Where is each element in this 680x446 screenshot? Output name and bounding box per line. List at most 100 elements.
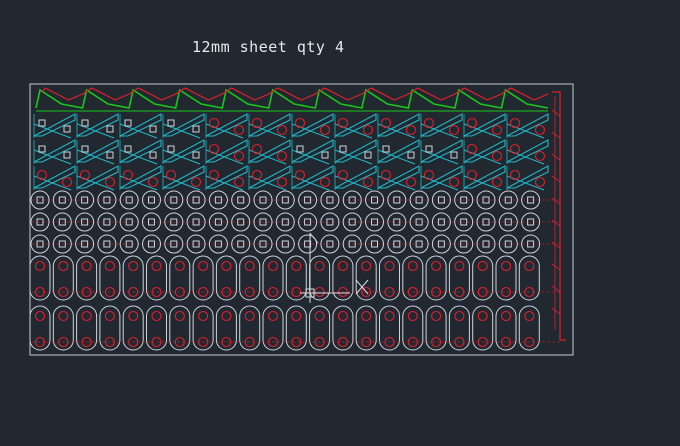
wedge-part <box>463 113 506 137</box>
circle-hole <box>276 150 288 162</box>
circle-hole <box>251 169 263 181</box>
circle-hole <box>337 169 349 181</box>
circle-hole <box>509 169 521 181</box>
link-part <box>355 255 377 301</box>
link-hole <box>81 260 92 272</box>
link-part <box>309 305 331 351</box>
square-hole <box>124 119 132 127</box>
link-hole <box>431 310 442 322</box>
link-hole <box>337 310 348 322</box>
circle-hole <box>534 150 546 162</box>
wedge-part <box>377 139 420 163</box>
wedge-part <box>162 139 205 163</box>
wedge-part <box>463 165 506 189</box>
link-hole <box>477 310 488 322</box>
link-part <box>239 305 261 351</box>
wedge-part <box>205 113 248 137</box>
link-part <box>239 255 261 301</box>
square-hole <box>167 119 175 127</box>
link-hole <box>454 260 465 272</box>
link-part <box>99 255 121 301</box>
edge-trim-tick <box>551 197 561 205</box>
link-hole <box>244 260 255 272</box>
link-hole <box>128 310 139 322</box>
wedge-part <box>334 113 377 137</box>
circle-hole <box>509 117 521 129</box>
edge-trim-right <box>552 91 566 341</box>
link-hole <box>337 260 348 272</box>
wedge-part <box>506 113 549 137</box>
wedge-part <box>119 113 162 137</box>
wedge-part <box>377 165 420 189</box>
circle-hole <box>208 117 220 129</box>
link-part <box>379 255 400 301</box>
edge-trim-tick <box>551 241 561 249</box>
link-part <box>76 255 98 301</box>
circle-hole <box>165 169 177 181</box>
circle-hole <box>122 169 134 181</box>
link-hole <box>407 310 418 322</box>
circle-hole <box>491 150 503 162</box>
link-hole <box>128 260 139 272</box>
circle-hole <box>251 143 263 155</box>
link-hole <box>431 260 442 272</box>
link-hole <box>104 260 115 272</box>
wedge-part <box>506 139 549 163</box>
edge-trim-tick <box>551 109 561 117</box>
link-part <box>518 305 540 351</box>
link-hole <box>174 310 185 322</box>
link-part <box>192 305 214 351</box>
link-part <box>425 305 447 351</box>
link-hole <box>198 310 209 322</box>
link-part <box>215 305 237 351</box>
edge-trim-tick <box>551 219 561 227</box>
circle-hole <box>534 176 546 188</box>
circle-hole <box>36 169 48 181</box>
circle-hole <box>208 169 220 181</box>
link-part <box>495 255 517 301</box>
link-hole <box>174 260 185 272</box>
link-part <box>448 255 470 301</box>
link-hole <box>291 310 302 322</box>
circle-hole <box>233 176 245 188</box>
circle-hole <box>509 143 521 155</box>
square-hole <box>192 125 200 133</box>
square-hole <box>339 145 347 153</box>
circle-hole <box>362 176 374 188</box>
square-hole <box>106 125 114 133</box>
circle-hole <box>448 176 460 188</box>
circle-hole <box>491 176 503 188</box>
wedge-part <box>162 113 205 137</box>
wedge-part <box>33 113 76 137</box>
link-hole <box>454 310 465 322</box>
wedge-part <box>291 165 334 189</box>
link-part <box>29 305 51 351</box>
square-hole <box>38 145 46 153</box>
link-hole <box>267 260 279 272</box>
link-part <box>146 255 167 301</box>
link-hole <box>34 260 46 272</box>
circle-hole <box>423 117 435 129</box>
link-hole <box>361 260 372 272</box>
circle-hole <box>233 150 245 162</box>
wedge-part <box>205 139 248 163</box>
link-hole <box>267 310 279 322</box>
link-hole <box>524 260 535 272</box>
cad-canvas[interactable]: 12mm sheet qty 4 <box>0 0 680 446</box>
square-hole <box>81 145 89 153</box>
circle-hole <box>534 124 546 136</box>
circle-hole <box>190 176 202 188</box>
link-hole <box>314 310 325 322</box>
circle-hole <box>466 143 478 155</box>
link-part <box>332 305 354 351</box>
wedge-part <box>248 165 291 189</box>
wedge-part <box>119 139 162 163</box>
link-part <box>169 305 191 351</box>
link-part <box>355 305 377 351</box>
link-part <box>402 255 424 301</box>
cad-drawing[interactable] <box>0 0 680 446</box>
wedge-part <box>162 165 205 189</box>
link-part <box>448 305 470 351</box>
circle-hole <box>276 176 288 188</box>
link-part <box>518 255 540 301</box>
